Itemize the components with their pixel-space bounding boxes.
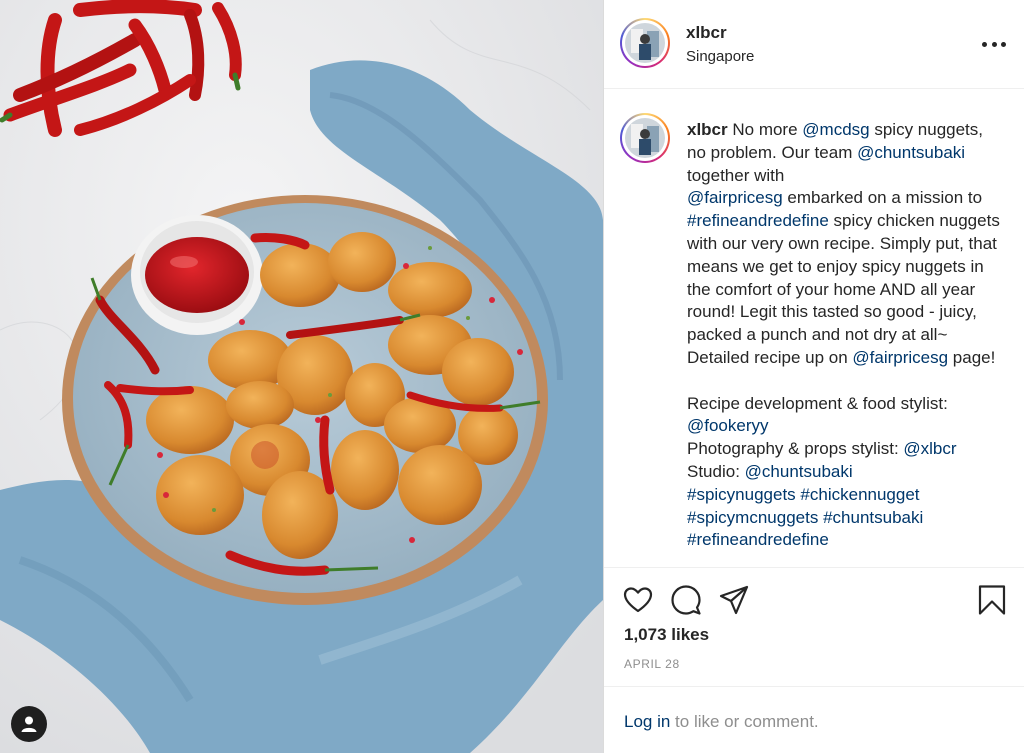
bookmark-icon — [978, 585, 1006, 615]
login-link[interactable]: Log in — [624, 712, 670, 731]
food-photo-illustration — [0, 0, 603, 753]
post-caption: xlbcr No more @mcdsg spicy nuggets, no p… — [687, 119, 1005, 552]
post-sidebar: xlbcr Singapore xlbcr No more @mcdsg spi… — [603, 0, 1024, 753]
post-location[interactable]: Singapore — [686, 48, 754, 65]
caption-text: Photography & props stylist: — [687, 439, 904, 459]
caption-text: spicy chicken nuggets with our very own … — [687, 211, 1000, 367]
mention-link[interactable]: @mcdsg — [802, 120, 869, 139]
more-options-icon[interactable] — [982, 34, 1006, 54]
caption-text: page! — [948, 347, 996, 367]
mention-link[interactable]: @chuntsubaki — [857, 143, 965, 162]
likes-count[interactable]: 1,073 likes — [624, 625, 709, 645]
avatar-photo-icon — [625, 118, 665, 158]
caption-avatar[interactable] — [620, 113, 670, 163]
more-dot — [991, 41, 997, 47]
post-username[interactable]: xlbcr — [686, 23, 727, 43]
hashtag-link[interactable]: #refineandredefine — [687, 211, 829, 230]
more-dot — [982, 41, 987, 47]
caption-text: together with — [687, 165, 785, 185]
profile-avatar[interactable] — [620, 18, 670, 68]
login-prompt-text: to like or comment. — [670, 712, 819, 731]
caption-text: Recipe development & food stylist: — [687, 393, 948, 413]
caption-text: Studio: — [687, 461, 745, 481]
comments-area[interactable]: xlbcr No more @mcdsg spicy nuggets, no p… — [604, 89, 1024, 567]
hashtag-link[interactable]: #chuntsubaki — [823, 508, 923, 527]
caption-text: embarked on a mission to — [782, 188, 983, 208]
login-line: Log in to like or comment. — [624, 712, 819, 732]
mention-link[interactable]: @fairpricesg — [852, 348, 948, 367]
post-photo[interactable] — [0, 0, 603, 753]
caption-username[interactable]: xlbcr — [687, 120, 728, 139]
action-bar — [604, 567, 1024, 631]
hashtag-link[interactable]: #spicynuggets — [687, 485, 796, 504]
heart-icon — [623, 587, 653, 613]
mention-link[interactable]: @fookeryy — [687, 416, 769, 435]
comment-button[interactable] — [670, 584, 702, 616]
save-button[interactable] — [976, 584, 1008, 616]
share-icon — [719, 585, 749, 615]
share-button[interactable] — [718, 584, 750, 616]
post-date[interactable]: APRIL 28 — [624, 657, 680, 671]
hashtag-link[interactable]: #refineandredefine — [687, 530, 829, 549]
avatar-photo-icon — [625, 23, 665, 63]
hashtag-link[interactable]: #spicymcnuggets — [687, 508, 818, 527]
hashtag-link[interactable]: #chickennugget — [800, 485, 919, 504]
user-tag-icon — [21, 716, 37, 732]
caption-text: No more — [727, 120, 803, 139]
comment-icon — [671, 585, 701, 615]
mention-link[interactable]: @chuntsubaki — [745, 462, 853, 481]
user-tag-button[interactable] — [11, 706, 47, 742]
like-button[interactable] — [622, 584, 654, 616]
post-header: xlbcr Singapore — [604, 0, 1024, 89]
login-prompt: Log in to like or comment. — [604, 686, 1024, 753]
instagram-post: xlbcr Singapore xlbcr No more @mcdsg spi… — [0, 0, 1024, 753]
more-dot — [1001, 41, 1006, 47]
mention-link[interactable]: @fairpricesg — [687, 188, 783, 207]
mention-link[interactable]: @xlbcr — [903, 439, 956, 458]
